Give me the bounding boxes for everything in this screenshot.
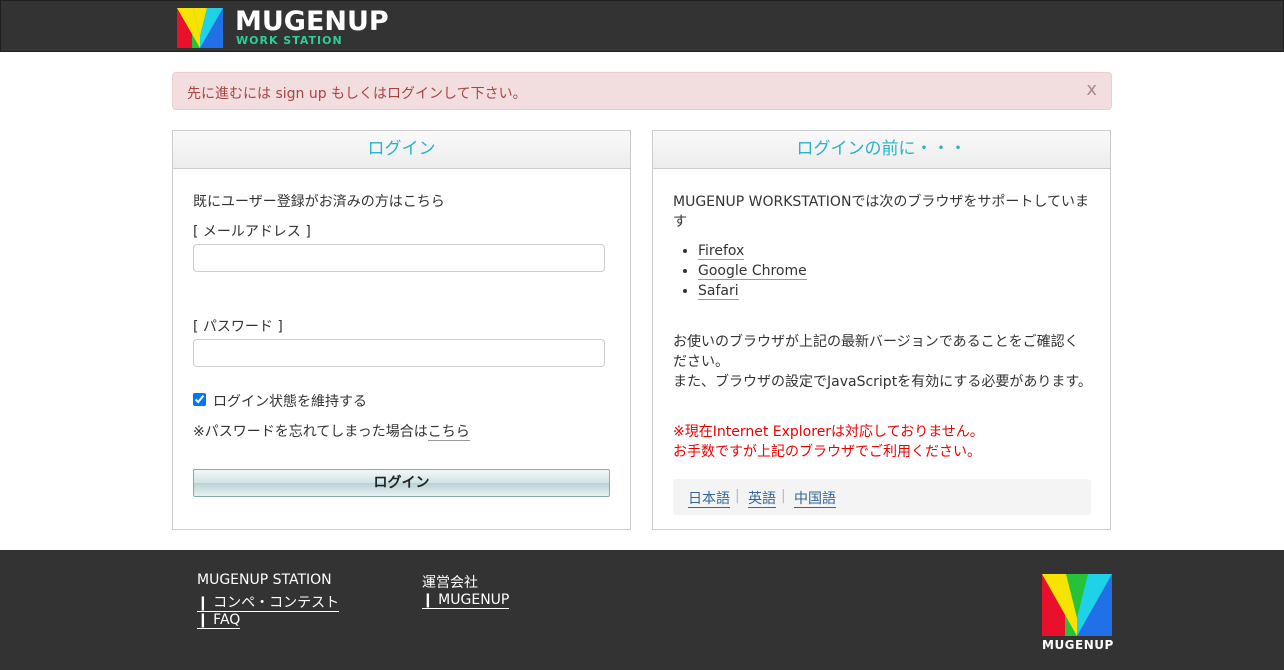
chrome-link[interactable]: Google Chrome [698,263,807,280]
firefox-link[interactable]: Firefox [698,243,745,260]
footer-logo[interactable]: MUGENUP [1042,574,1114,654]
forgot-password-text: ※パスワードを忘れてしまった場合はこちら [193,421,470,441]
ie-warning-line2: お手数ですが上記のブラウザでご利用ください。 [673,444,981,460]
header-logo[interactable]: MUGENUP WORK STATION [177,8,389,48]
footer-company-title: 運営会社 [422,575,478,591]
login-intro-text: 既にユーザー登録がお済みの方はこちら [193,194,445,210]
browser-item-firefox: Firefox [698,241,807,261]
support-text-line1: MUGENUP WORKSTATIONでは次のブラウザをサポートしていま [673,194,1089,210]
login-panel-title: ログイン [173,131,630,169]
forgot-password-prefix: ※パスワードを忘れてしまった場合は [193,424,428,440]
alert-message: 先に進むには sign up もしくはログインして下さい。 [187,86,527,102]
safari-link[interactable]: Safari [698,283,739,300]
lang-chinese-link[interactable]: 中国語 [794,491,836,508]
lang-japanese-link[interactable]: 日本語 [688,491,730,508]
version-note-line2: ださい。 [673,354,729,370]
browser-list: Firefox Google Chrome Safari [698,241,807,301]
top-bar: MUGENUP WORK STATION [0,0,1284,52]
lang-english-link[interactable]: 英語 [748,491,776,508]
login-submit-button[interactable]: ログイン [193,469,610,497]
remember-me-label[interactable]: ログイン状態を維持する [213,391,367,411]
version-note-line1: お使いのブラウザが上記の最新バージョンであることをご確認く [673,334,1079,350]
browser-item-chrome: Google Chrome [698,261,807,281]
remember-me-checkbox[interactable] [193,393,206,406]
password-label: [ パスワード ] [193,319,283,335]
forgot-password-link[interactable]: こちら [427,424,470,441]
browser-info-panel: ログインの前に・・・ MUGENUP WORKSTATIONでは次のブラウザをサ… [652,130,1111,530]
mugenup-logo-icon [177,8,223,48]
lang-separator: | [781,488,786,504]
javascript-note: また、ブラウザの設定でJavaScriptを有効にする必要があります。 [673,374,1092,390]
info-panel-title: ログインの前に・・・ [653,131,1110,169]
footer-mugenup-link[interactable]: ❙ MUGENUP [422,592,510,609]
language-switcher: 日本語 | 英語 | 中国語 [673,479,1091,515]
email-label: [ メールアドレス ] [193,224,311,240]
footer-station-title: MUGENUP STATION [197,572,332,588]
alert-close-button[interactable]: x [1086,79,1097,100]
password-input[interactable] [193,339,605,367]
support-text-line2: す [673,214,687,230]
browser-item-safari: Safari [698,281,807,301]
ie-warning-line1: ※現在Internet Explorerは対応しておりません。 [673,424,984,440]
logo-subtitle: WORK STATION [236,34,343,47]
lang-separator: | [735,488,740,504]
footer-contest-link[interactable]: ❙ コンペ・コンテスト [197,595,340,612]
email-input[interactable] [193,244,605,272]
footer-faq-link[interactable]: ❙ FAQ [197,612,241,629]
mugenup-logo-icon [1042,574,1112,636]
logo-wordmark: MUGENUP [235,6,389,37]
footer-logo-wordmark: MUGENUP [1042,638,1114,652]
login-required-alert: 先に進むには sign up もしくはログインして下さい。 x [172,72,1112,110]
login-panel: ログイン 既にユーザー登録がお済みの方はこちら [ メールアドレス ] [ パス… [172,130,631,530]
footer: MUGENUP STATION ❙ コンペ・コンテスト ❙ FAQ 運営会社 ❙… [0,550,1284,670]
